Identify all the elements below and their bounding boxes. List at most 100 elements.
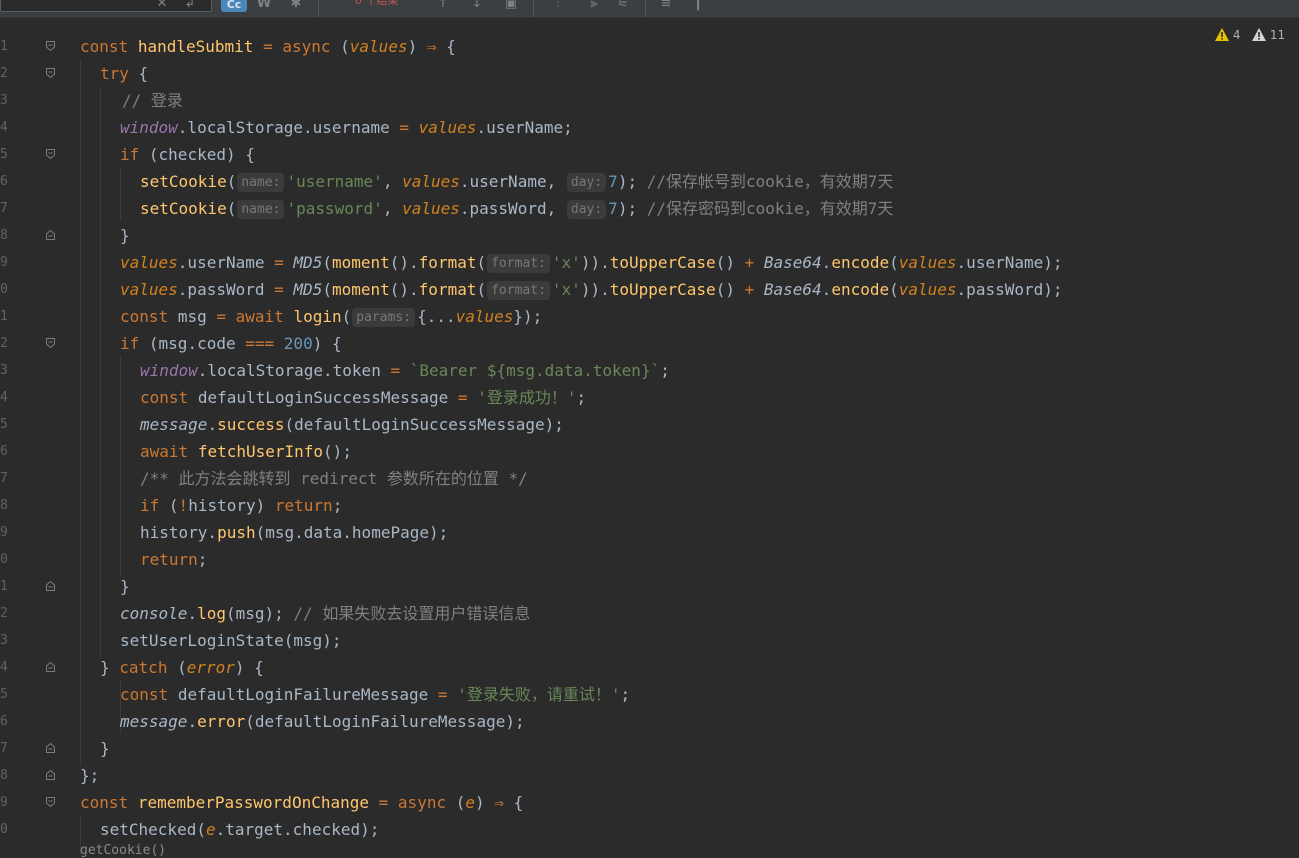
select-all-icon[interactable]: ▣	[503, 0, 519, 12]
token-parameter: values	[120, 253, 178, 272]
fold-close-icon[interactable]	[46, 662, 55, 672]
code-line: window.localStorage.username = values.us…	[120, 114, 573, 141]
close-icon[interactable]: ✕	[155, 0, 169, 12]
warnings-indicator[interactable]: 4	[1215, 28, 1240, 42]
weak-warnings-indicator[interactable]: 11	[1252, 28, 1285, 42]
token-function-call: moment	[331, 280, 390, 299]
token-punct: ;	[660, 361, 670, 380]
token-keyword: catch	[119, 658, 168, 677]
token-punct: (	[889, 280, 899, 299]
token-text: .userName	[177, 253, 265, 272]
settings-icon[interactable]: ⚟	[612, 0, 634, 12]
warnings-count: 4	[1232, 28, 1241, 42]
token-punct: }	[100, 658, 110, 677]
fold-close-icon[interactable]	[46, 581, 55, 591]
token-punct: }	[120, 226, 130, 245]
token-keyword: if	[140, 496, 160, 515]
fold-close-icon[interactable]	[46, 230, 55, 240]
token-number: 7	[608, 172, 618, 191]
line-number: 8	[0, 498, 8, 513]
token-method: format	[418, 253, 477, 272]
match-case-button[interactable]: Cc	[221, 0, 247, 12]
fold-open-icon[interactable]	[46, 338, 55, 348]
indent-guide	[100, 86, 101, 658]
token-text: setUserLoginState(msg);	[120, 631, 342, 650]
token-text: (defaultLoginFailureMessage);	[245, 712, 525, 731]
line-number: 3	[0, 93, 8, 108]
regex-icon[interactable]: ✱	[288, 0, 304, 12]
token-number: 200	[283, 334, 313, 353]
token-parameter: values	[898, 280, 957, 299]
token-punct: (	[476, 280, 487, 299]
toolbar-divider	[533, 0, 534, 17]
token-string: 'x'	[551, 253, 581, 272]
token-function-call: moment	[331, 253, 390, 272]
token-punct: {...	[417, 307, 456, 326]
code-line: console.log(msg); // 如果失败去设置用户错误信息	[120, 600, 530, 627]
token-parameter: values	[349, 37, 408, 56]
token-punct: (	[322, 253, 332, 272]
token-text: (msg);	[225, 604, 284, 623]
token-comment: // 如果失败去设置用户错误信息	[293, 604, 531, 623]
fold-open-icon[interactable]	[46, 41, 55, 51]
line-number: 9	[0, 525, 8, 540]
token-keyword: return	[274, 496, 333, 515]
words-button[interactable]: W	[256, 0, 272, 12]
enter-icon[interactable]: ↲	[182, 0, 198, 12]
down-arrow-icon[interactable]: ↓	[470, 0, 484, 12]
search-input[interactable]	[0, 0, 212, 12]
funnel-icon[interactable]: ⫸	[586, 0, 602, 12]
breadcrumb[interactable]: getCookie()	[80, 843, 166, 858]
code-line: if (msg.code === 200) {	[120, 330, 342, 357]
token-arrow: ⇒	[426, 37, 437, 56]
token-operator: ===	[245, 334, 275, 353]
indent-guide	[120, 356, 121, 576]
token-comment: //保存密码到cookie，有效期7天	[646, 199, 894, 218]
pin-icon[interactable]: ┃	[692, 0, 704, 12]
token-parameter: values	[402, 199, 460, 218]
code-line: window.localStorage.token = `Bearer ${ms…	[140, 357, 670, 384]
line-number: 0	[0, 282, 8, 297]
search-results-count: 0 个结果	[355, 0, 399, 7]
token-punct: .	[821, 253, 832, 272]
token-punct: )	[407, 37, 418, 56]
line-number: 4	[0, 390, 8, 405]
line-number: 5	[0, 147, 8, 162]
token-text: .localStorage.token	[197, 361, 381, 380]
token-method: encode	[831, 253, 890, 272]
token-punct: ,	[382, 199, 393, 218]
filter-icon[interactable]: ⫶	[550, 0, 566, 12]
token-text: .passWord);	[956, 280, 1063, 299]
weak-warnings-count: 11	[1269, 28, 1286, 42]
fold-close-icon[interactable]	[46, 743, 55, 753]
token-keyword: await	[140, 442, 189, 461]
token-string: 'username'	[286, 172, 383, 191]
token-string: 'x'	[551, 280, 581, 299]
token-punct: )	[475, 793, 485, 812]
line-number: 1	[0, 309, 8, 324]
token-method: encode	[831, 280, 890, 299]
fold-open-icon[interactable]	[46, 68, 55, 78]
up-arrow-icon[interactable]: ↑	[436, 0, 450, 12]
token-operator: =	[274, 253, 284, 272]
fold-close-icon[interactable]	[46, 770, 55, 780]
token-function-call: fetchUserInfo	[197, 442, 324, 461]
token-variable: msg	[177, 307, 207, 326]
token-function-call: MD5	[293, 253, 323, 272]
token-punct: (	[177, 658, 187, 677]
fold-open-icon[interactable]	[46, 797, 55, 807]
list-icon[interactable]: ≡	[658, 0, 674, 12]
token-arrow: ⇒	[494, 793, 504, 812]
token-punct: {	[513, 793, 524, 812]
token-punct: }	[100, 739, 110, 758]
token-string: 'password'	[286, 199, 383, 218]
token-text: .localStorage.username	[177, 118, 390, 137]
search-toolbar: ✕ ↲ Cc W ✱ 0 个结果 ↑ ↓ ▣ ⫶ ⫸ ⚟ ≡ ┃	[0, 0, 1299, 18]
token-punct: ().	[389, 280, 419, 299]
line-number: 2	[0, 66, 8, 81]
token-keyword: if	[120, 145, 140, 164]
fold-open-icon[interactable]	[46, 149, 55, 159]
token-text: .passWord,	[459, 199, 557, 218]
token-operator: +	[744, 280, 755, 299]
line-number: 1	[0, 39, 8, 54]
